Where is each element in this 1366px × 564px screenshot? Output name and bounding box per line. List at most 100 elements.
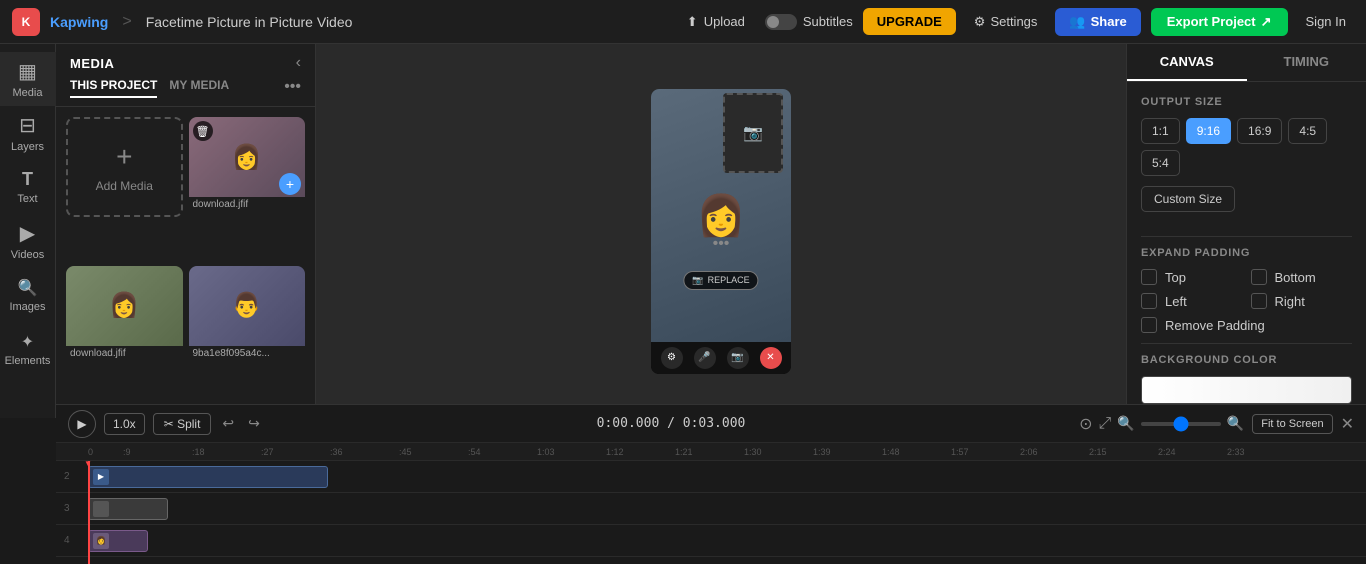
tab-canvas[interactable]: CANVAS: [1127, 44, 1247, 81]
track-2-thumbnail: ▶: [93, 469, 109, 485]
left-checkbox-box: [1141, 293, 1157, 309]
zoom-minus-icon[interactable]: 🔍: [1117, 415, 1134, 432]
upgrade-button[interactable]: UPGRADE: [863, 8, 956, 35]
size-16-9-button[interactable]: 16:9: [1237, 118, 1282, 144]
playhead: ▼: [88, 461, 90, 564]
track-3-content: [88, 498, 1366, 520]
expand-padding-label: EXPAND PADDING: [1141, 247, 1352, 259]
right-panel-tabs: CANVAS TIMING: [1127, 44, 1366, 82]
padding-left-checkbox[interactable]: Left: [1141, 293, 1243, 309]
ruler-mark-112: 1:12: [606, 447, 675, 457]
sidebar-item-media[interactable]: ▦ Media: [0, 52, 56, 106]
zoom-plus-icon[interactable]: 🔍: [1227, 415, 1244, 432]
remove-padding-checkbox-box: [1141, 317, 1157, 333]
canvas-preview: 📷 👩 📷 REPLACE ⚙ 🎤 📷 ✕: [651, 89, 791, 374]
ruler-mark-215: 2:15: [1089, 447, 1158, 457]
bottom-checkbox-box: [1251, 269, 1267, 285]
toggle-track: [765, 14, 797, 30]
canvas-more-options[interactable]: •••: [713, 235, 730, 253]
zoom-slider[interactable]: [1141, 422, 1221, 426]
media-thumbnail-1[interactable]: 👩 download.jfif 🗑 +: [189, 117, 306, 217]
signin-link[interactable]: Sign In: [1298, 9, 1354, 34]
subtitles-toggle[interactable]: Subtitles: [765, 14, 853, 30]
media-tab-more-button[interactable]: •••: [284, 78, 301, 98]
add-media-button[interactable]: + Add Media: [66, 117, 183, 217]
ruler-mark-54: :54: [468, 447, 537, 457]
zoom-controls: ⊙ ⤢ 🔍 🔍: [1079, 414, 1244, 434]
top-checkbox-box: [1141, 269, 1157, 285]
sidebar-item-text[interactable]: T Text: [0, 160, 56, 214]
media-grid: + Add Media 👩 download.jfif 🗑 + 👩 downlo…: [56, 107, 315, 418]
custom-size-button[interactable]: Custom Size: [1141, 186, 1235, 212]
media-thumbnail-2[interactable]: 👩 download.jfif: [66, 266, 183, 366]
track-2-clip[interactable]: ▶: [88, 466, 328, 488]
upload-button[interactable]: ⬆ Upload: [677, 9, 755, 35]
export-button[interactable]: Export Project ↗: [1151, 8, 1288, 36]
topbar: K Kapwing > Facetime Picture in Picture …: [0, 0, 1366, 44]
left-sidebar: ▦ Media ⊟ Layers T Text ▶ Videos 🔍 Image…: [0, 44, 56, 418]
speed-button[interactable]: 1.0x: [104, 413, 145, 435]
ruler-mark-157: 1:57: [951, 447, 1020, 457]
size-5-4-button[interactable]: 5:4: [1141, 150, 1180, 176]
zoom-arrows-icon: ⤢: [1099, 415, 1112, 433]
undo-button[interactable]: ↩: [219, 412, 237, 435]
elements-icon: ✦: [21, 332, 34, 352]
brand-link[interactable]: Kapwing: [50, 14, 108, 30]
padding-top-checkbox[interactable]: Top: [1141, 269, 1243, 285]
media-thumbnail-3[interactable]: 👨 9ba1e8f095a4c...: [189, 266, 306, 366]
ruler-mark-130: 1:30: [744, 447, 813, 457]
padding-bottom-checkbox[interactable]: Bottom: [1251, 269, 1353, 285]
padding-right-checkbox[interactable]: Right: [1251, 293, 1353, 309]
fit-to-screen-button[interactable]: Fit to Screen: [1252, 414, 1332, 434]
size-buttons-group: 1:1 9:16 16:9 4:5 5:4: [1141, 118, 1352, 176]
tab-timing[interactable]: TIMING: [1247, 44, 1366, 81]
ruler-mark-103: 1:03: [537, 447, 606, 457]
sidebar-item-layers[interactable]: ⊟ Layers: [0, 106, 56, 160]
sidebar-item-images[interactable]: 🔍 Images: [0, 268, 56, 322]
bg-color-picker[interactable]: [1141, 376, 1352, 404]
pip-placeholder[interactable]: 📷: [723, 93, 783, 173]
timeline-track-2: 2 ▶: [56, 461, 1366, 493]
split-button[interactable]: ✂ Split: [153, 413, 212, 435]
timeline-tracks: ▼ 2 ▶ 3 4 👩: [56, 461, 1366, 564]
right-panel: CANVAS TIMING OUTPUT SIZE 1:1 9:16 16:9 …: [1126, 44, 1366, 418]
ruler-mark-45: :45: [399, 447, 468, 457]
canvas-area: 📷 👩 📷 REPLACE ⚙ 🎤 📷 ✕ •••: [316, 44, 1126, 418]
track-3-clip[interactable]: [88, 498, 168, 520]
timeline-area: ▶ 1.0x ✂ Split ↩ ↪ 0:00.000 / 0:03.000 ⊙…: [56, 404, 1366, 564]
ruler-mark-0: 0: [88, 447, 123, 457]
tab-my-media[interactable]: MY MEDIA: [169, 78, 229, 98]
size-9-16-button[interactable]: 9:16: [1186, 118, 1231, 144]
mute-button[interactable]: 🎤: [694, 347, 716, 369]
media-delete-button-1[interactable]: 🗑: [193, 121, 213, 141]
play-button[interactable]: ▶: [68, 410, 96, 438]
timeline-controls: ▶ 1.0x ✂ Split ↩ ↪ 0:00.000 / 0:03.000 ⊙…: [56, 405, 1366, 443]
effects-button[interactable]: ⚙: [661, 347, 683, 369]
media-add-to-canvas-button-1[interactable]: +: [279, 173, 301, 195]
end-call-button[interactable]: ✕: [760, 347, 782, 369]
sidebar-item-elements[interactable]: ✦ Elements: [0, 322, 56, 376]
share-icon: 👥: [1069, 14, 1085, 30]
settings-button[interactable]: ⚙ Settings: [966, 9, 1046, 35]
size-4-5-button[interactable]: 4:5: [1288, 118, 1327, 144]
sidebar-item-videos[interactable]: ▶ Videos: [0, 214, 56, 268]
text-icon: T: [22, 169, 33, 190]
replace-overlay[interactable]: 📷 REPLACE: [683, 271, 758, 290]
redo-button[interactable]: ↪: [245, 412, 263, 435]
share-button[interactable]: 👥 Share: [1055, 8, 1140, 36]
media-thumb-name-2: download.jfif: [66, 346, 183, 361]
track-4-clip[interactable]: 👩: [88, 530, 148, 552]
tab-this-project[interactable]: THIS PROJECT: [70, 78, 157, 98]
close-timeline-button[interactable]: ✕: [1341, 414, 1354, 434]
ruler-mark-148: 1:48: [882, 447, 951, 457]
media-panel-close-button[interactable]: ‹: [296, 54, 301, 72]
flip-button[interactable]: 📷: [727, 347, 749, 369]
upload-icon: ⬆: [687, 14, 698, 30]
time-display: 0:00.000 / 0:03.000: [271, 416, 1071, 431]
track-2-content: ▶: [88, 466, 1366, 488]
ruler-mark-206: 2:06: [1020, 447, 1089, 457]
media-thumb-image-2: 👩: [66, 266, 183, 346]
size-1-1-button[interactable]: 1:1: [1141, 118, 1180, 144]
track-num-3: 3: [64, 503, 80, 514]
remove-padding-checkbox[interactable]: Remove Padding: [1141, 317, 1352, 333]
